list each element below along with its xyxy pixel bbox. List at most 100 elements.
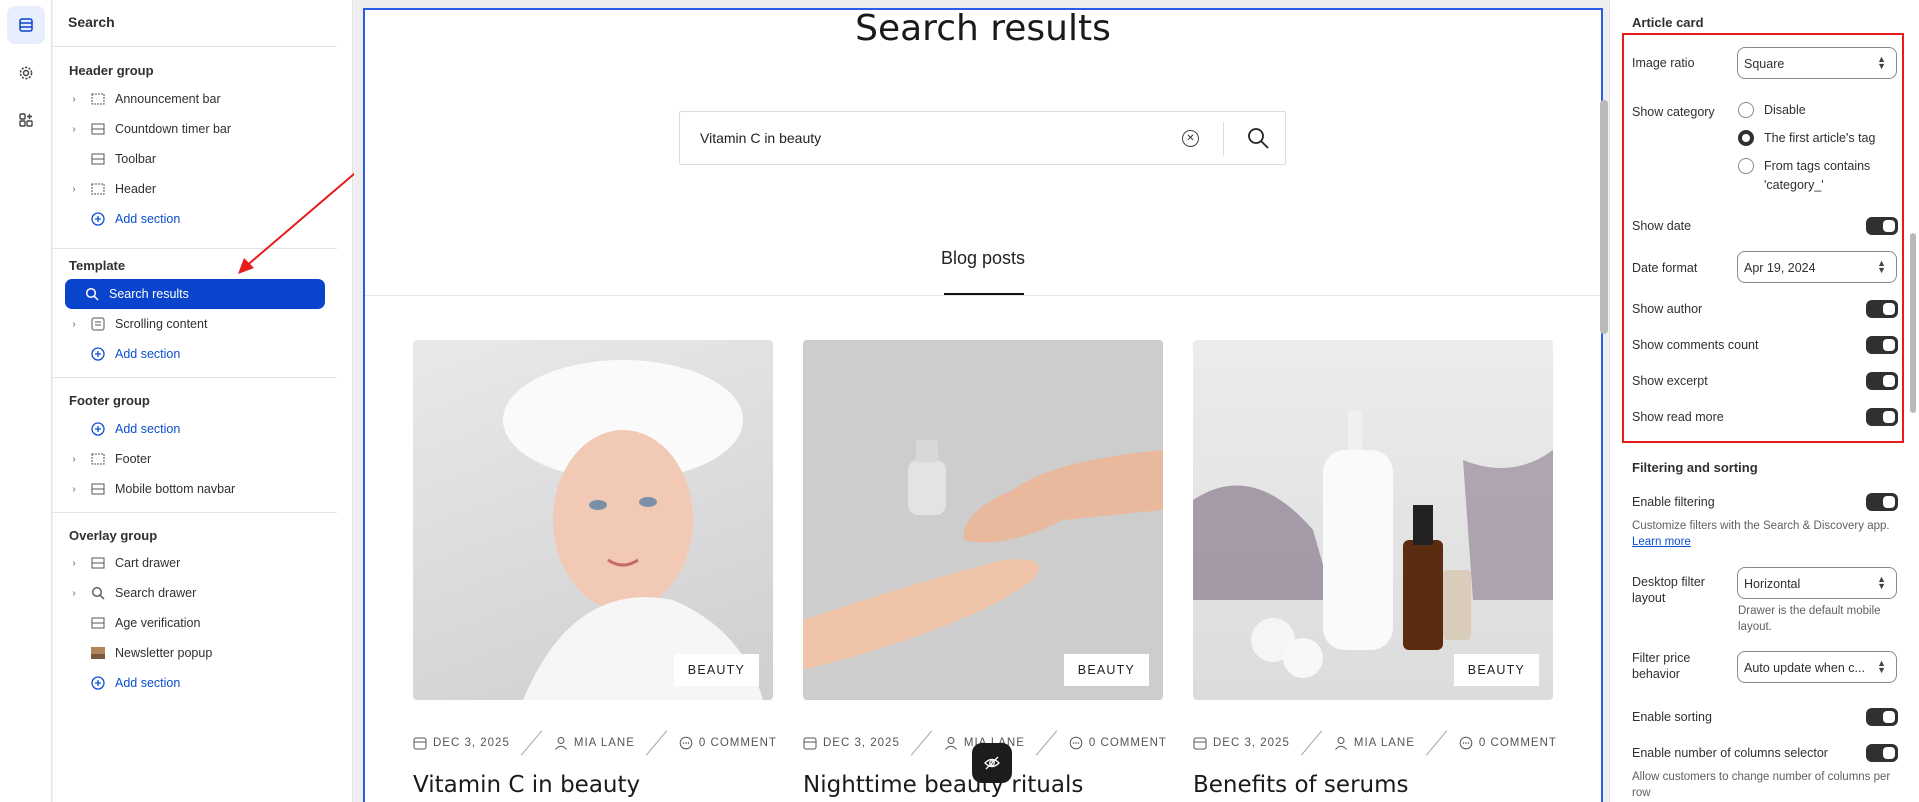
portrait-illustration <box>503 360 763 700</box>
article-date: DEC 3, 2025 <box>823 737 900 749</box>
section-scrolling-content[interactable]: › Scrolling content <box>65 309 325 339</box>
article-card[interactable]: BEAUTY DEC 3, 2025 MIA LANE 0 COMMENT Ni… <box>803 340 1166 798</box>
layout-icon <box>89 482 107 496</box>
add-section-button[interactable]: Add section <box>65 668 325 698</box>
article-image[interactable]: BEAUTY <box>1193 340 1553 700</box>
enable-filtering-label: Enable filtering <box>1632 495 1715 509</box>
layout-icon <box>89 452 107 466</box>
article-meta: DEC 3, 2025 MIA LANE 0 COMMENT <box>413 730 777 756</box>
columns-selector-label: Enable number of columns selector <box>1632 746 1828 760</box>
annotation-highlight-box <box>1622 33 1904 443</box>
section-age-verification[interactable]: Age verification <box>65 608 325 638</box>
image-thumbnail-icon <box>89 646 107 660</box>
layout-icon <box>89 556 107 570</box>
settings-scrollbar[interactable] <box>1910 233 1916 413</box>
chevron-right-icon[interactable]: › <box>65 184 83 195</box>
section-label: Countdown timer bar <box>115 122 232 136</box>
article-author: MIA LANE <box>1353 737 1415 749</box>
chevron-right-icon[interactable]: › <box>65 484 83 495</box>
filter-price-select[interactable]: Auto update when c... ▲ ▼ <box>1737 651 1897 683</box>
calendar-icon <box>1193 736 1207 750</box>
section-label: Announcement bar <box>115 92 221 106</box>
icon-rail <box>0 0 52 802</box>
category-badge[interactable]: BEAUTY <box>1453 654 1539 686</box>
group-title-template: Template <box>69 258 126 273</box>
article-image[interactable]: BEAUTY <box>413 340 773 700</box>
search-icon <box>89 586 107 600</box>
section-announcement-bar[interactable]: › Announcement bar <box>65 84 325 114</box>
theme-preview: Search results Vitamin C in beauty ✕ Blo… <box>354 0 1608 802</box>
chevron-right-icon[interactable]: › <box>65 124 83 135</box>
bottles-illustration <box>1193 410 1553 678</box>
article-date: DEC 3, 2025 <box>1213 737 1290 749</box>
learn-more-link[interactable]: Learn more <box>1632 535 1691 550</box>
section-label: Toolbar <box>115 152 156 166</box>
article-title[interactable]: Vitamin C in beauty <box>413 772 640 798</box>
select-value: Horizontal <box>1744 577 1801 591</box>
search-icon[interactable] <box>1246 126 1270 155</box>
section-cart-drawer[interactable]: › Cart drawer <box>65 548 325 578</box>
section-label: Search drawer <box>115 586 197 600</box>
article-author: MIA LANE <box>573 737 635 749</box>
enable-filtering-toggle[interactable] <box>1866 493 1898 511</box>
chevron-right-icon[interactable]: › <box>65 319 83 330</box>
add-section-label: Add section <box>115 676 181 690</box>
chevron-updown-icon: ▲ ▼ <box>1877 658 1886 675</box>
apps-icon[interactable] <box>7 101 45 139</box>
comment-icon <box>679 736 693 750</box>
sections-icon[interactable] <box>7 6 45 44</box>
plus-circle-icon <box>89 422 107 436</box>
filter-price-label: Filter price <box>1632 651 1691 665</box>
section-label: Scrolling content <box>115 317 208 331</box>
section-newsletter-popup[interactable]: Newsletter popup <box>65 638 325 668</box>
search-box[interactable]: Vitamin C in beauty ✕ <box>679 111 1286 165</box>
category-badge[interactable]: BEAUTY <box>1063 654 1149 686</box>
eye-off-icon <box>984 756 1000 770</box>
group-title-footer: Footer group <box>69 393 150 408</box>
comment-icon <box>1069 736 1083 750</box>
plus-circle-icon <box>89 347 107 361</box>
category-badge[interactable]: BEAUTY <box>673 654 759 686</box>
user-icon <box>1334 736 1348 750</box>
section-search-results[interactable]: Search results <box>65 279 325 309</box>
filter-price-label-2: behavior <box>1632 667 1680 681</box>
columns-selector-toggle[interactable] <box>1866 744 1898 762</box>
calendar-icon <box>803 736 817 750</box>
user-icon <box>554 736 568 750</box>
divider <box>365 295 1601 296</box>
comment-icon <box>1459 736 1473 750</box>
chevron-right-icon[interactable]: › <box>65 454 83 465</box>
enable-sorting-toggle[interactable] <box>1866 708 1898 726</box>
chevron-right-icon[interactable]: › <box>65 94 83 105</box>
gear-icon[interactable] <box>7 54 45 92</box>
article-title[interactable]: Nighttime beauty rituals <box>803 772 1083 798</box>
section-mobile-bottom-navbar[interactable]: › Mobile bottom navbar <box>65 474 325 504</box>
section-label: Mobile bottom navbar <box>115 482 236 496</box>
article-card[interactable]: BEAUTY DEC 3, 2025 MIA LANE 0 COMMENT Be… <box>1193 340 1556 798</box>
desktop-filter-select[interactable]: Horizontal ▲ ▼ <box>1737 567 1897 599</box>
section-footer[interactable]: › Footer <box>65 444 325 474</box>
add-section-button[interactable]: Add section <box>65 414 325 444</box>
article-title[interactable]: Benefits of serums <box>1193 772 1409 798</box>
search-input[interactable]: Vitamin C in beauty <box>700 130 821 146</box>
section-title-filtering: Filtering and sorting <box>1632 460 1758 475</box>
article-date: DEC 3, 2025 <box>433 737 510 749</box>
article-card[interactable]: BEAUTY DEC 3, 2025 MIA LANE 0 COMMENT Vi… <box>413 340 776 798</box>
section-label: Age verification <box>115 616 201 630</box>
layout-icon <box>89 182 107 196</box>
section-search-drawer[interactable]: › Search drawer <box>65 578 325 608</box>
layout-icon <box>89 92 107 106</box>
plus-circle-icon <box>89 212 107 226</box>
clear-icon[interactable]: ✕ <box>1182 130 1199 147</box>
tab-blog-posts[interactable]: Blog posts <box>365 248 1601 269</box>
section-label: Cart drawer <box>115 556 181 570</box>
chevron-right-icon[interactable]: › <box>65 588 83 599</box>
section-label: Header <box>115 182 156 196</box>
preview-scrollbar[interactable] <box>1600 100 1608 334</box>
divider <box>53 377 337 378</box>
hide-preview-button[interactable] <box>972 743 1012 783</box>
add-section-button[interactable]: Add section <box>65 339 325 369</box>
article-image[interactable]: BEAUTY <box>803 340 1163 700</box>
chevron-right-icon[interactable]: › <box>65 558 83 569</box>
hands-illustration <box>803 440 1163 670</box>
